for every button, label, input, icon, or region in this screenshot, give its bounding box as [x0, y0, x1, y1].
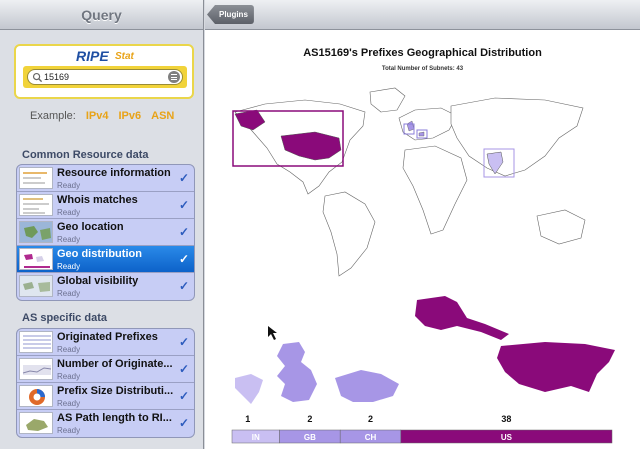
section-title-as-specific: AS specific data [22, 312, 107, 324]
bar-value-ch: 2 [368, 414, 373, 424]
geo-distribution-thumbnail [19, 248, 53, 270]
prefix-size-distribution-thumbnail [19, 385, 53, 407]
list-item-title: Originated Prefixes [57, 331, 158, 343]
list-item-title: AS Path length to RI... [57, 412, 172, 424]
list-item-number-of-originated[interactable]: Number of Originate... Ready ✓ [17, 356, 194, 383]
ripestat-search-box: RIPE Stat [14, 44, 194, 99]
list-item-title: Geo location [57, 221, 124, 233]
list-item-title: Geo distribution [57, 248, 142, 260]
example-ipv4-link[interactable]: IPv4 [86, 110, 109, 122]
originated-prefixes-thumbnail [19, 331, 53, 353]
list-item-status: Ready [57, 208, 81, 217]
query-nav-bar: Query [0, 0, 203, 30]
query-panel-title: Query [81, 6, 122, 23]
list-item-title: Resource information [57, 167, 171, 179]
ripe-logo: RIPE [76, 48, 109, 64]
resource-information-thumbnail [19, 167, 53, 189]
list-item-status: Ready [57, 289, 81, 298]
cursor-icon [268, 326, 277, 340]
as-specific-list: Originated Prefixes Ready ✓ Number of Or… [16, 328, 195, 438]
map-australia [536, 209, 586, 245]
world-map[interactable]: IN1 GB 2 CH 2 US 38 [205, 0, 640, 449]
checkmark-icon: ✓ [178, 225, 189, 239]
list-item-geo-distribution[interactable]: Geo distribution Ready ✓ [17, 246, 194, 273]
zoom-ch [335, 370, 399, 402]
bar-value-gb: 2 [307, 414, 312, 424]
map-greenland [369, 87, 406, 113]
checkmark-icon: ✓ [178, 171, 189, 185]
list-item-title: Whois matches [57, 194, 138, 206]
search-field-container [27, 69, 183, 85]
zoom-us [497, 342, 615, 392]
global-visibility-thumbnail [19, 275, 53, 297]
bar-value-us: 38 [501, 414, 511, 424]
list-item-status: Ready [57, 426, 81, 435]
bar-label-gb: GB [304, 433, 316, 442]
list-item-resource-information[interactable]: Resource information Ready ✓ [17, 165, 194, 192]
list-item-title: Global visibility [57, 275, 139, 287]
checkmark-icon: ✓ [178, 335, 189, 349]
list-item-status: Ready [57, 262, 81, 271]
checkmark-icon: ✓ [178, 252, 189, 266]
list-item-title: Number of Originate... [57, 358, 173, 370]
list-item-status: Ready [57, 345, 81, 354]
distribution-bar: IN1 GB 2 CH 2 US 38 [231, 414, 613, 444]
checkmark-icon: ✓ [178, 198, 189, 212]
bar-label-us: US [501, 433, 513, 442]
list-item-as-path-length[interactable]: AS Path length to RI... Ready ✓ [17, 410, 194, 437]
list-item-status: Ready [57, 372, 81, 381]
list-item-status: Ready [57, 235, 81, 244]
section-title-common: Common Resource data [22, 149, 149, 161]
list-item-title: Prefix Size Distributi... [57, 385, 174, 397]
zoom-alaska [415, 296, 509, 340]
number-of-originated-thumbnail [19, 358, 53, 380]
zoom-gb [277, 342, 317, 402]
checkmark-icon: ✓ [178, 362, 189, 376]
list-item-geo-location[interactable]: Geo location Ready ✓ [17, 219, 194, 246]
checkmark-icon: ✓ [178, 389, 189, 403]
stat-logo: Stat [115, 51, 134, 62]
list-item-prefix-size-distribution[interactable]: Prefix Size Distributi... Ready ✓ [17, 383, 194, 410]
list-item-global-visibility[interactable]: Global visibility Ready ✓ [17, 273, 194, 300]
zoom-in [235, 374, 263, 404]
list-menu-icon[interactable] [168, 71, 180, 83]
bar-label-ch: CH [365, 433, 377, 442]
example-ipv6-link[interactable]: IPv6 [119, 110, 142, 122]
list-item-whois-matches[interactable]: Whois matches Ready ✓ [17, 192, 194, 219]
common-resource-list: Resource information Ready ✓ Whois match… [16, 164, 195, 301]
search-bar [23, 66, 187, 88]
example-asn-link[interactable]: ASN [151, 110, 174, 122]
search-input[interactable] [44, 70, 174, 84]
map-asia [450, 97, 584, 177]
whois-matches-thumbnail [19, 194, 53, 216]
example-row: Example: IPv4 IPv6 ASN [30, 110, 174, 122]
app-window: Query RIPE Stat Example: IPv [0, 0, 640, 449]
bar-value-in: 1 [245, 414, 250, 424]
checkmark-icon: ✓ [178, 416, 189, 430]
list-item-status: Ready [57, 399, 81, 408]
geo-location-thumbnail [19, 221, 53, 243]
map-south-america [322, 191, 376, 277]
list-item-status: Ready [57, 181, 81, 190]
query-panel: Query RIPE Stat Example: IPv [0, 0, 204, 449]
map-africa [402, 145, 468, 235]
search-icon [32, 72, 43, 83]
checkmark-icon: ✓ [178, 279, 189, 293]
as-path-length-thumbnail [19, 412, 53, 434]
example-label: Example: [30, 110, 76, 122]
geo-distribution-panel: Plugins AS15169's Prefixes Geographical … [205, 0, 640, 449]
bar-label-in: IN [252, 433, 260, 442]
list-item-originated-prefixes[interactable]: Originated Prefixes Ready ✓ [17, 329, 194, 356]
